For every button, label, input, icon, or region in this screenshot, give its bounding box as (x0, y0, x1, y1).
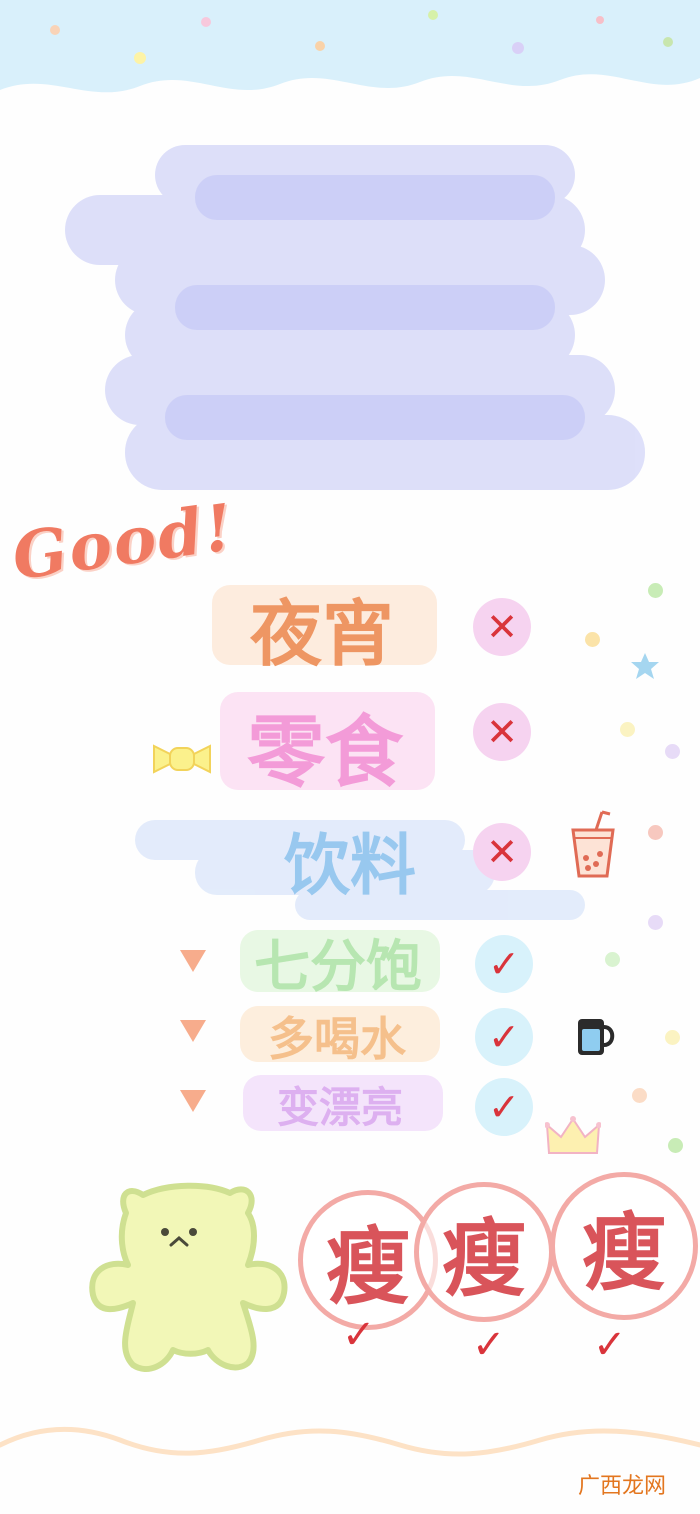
cross-icon: ✕ (473, 703, 531, 761)
check-icon: ✓ (472, 1322, 506, 1368)
decor-dot (648, 825, 663, 840)
shou-char: 瘦 (581, 1202, 666, 1302)
bear-icon (89, 1182, 288, 1372)
decor-dot (632, 1088, 647, 1103)
triangle-bullet-icon (180, 1020, 206, 1042)
scribble-block (65, 145, 645, 490)
check-icon: ✓ (475, 1078, 533, 1136)
row-label-lingshi: 零食 (246, 708, 403, 798)
row-label-yexiao: 夜宵 (249, 592, 394, 676)
good-text: Good! (7, 489, 240, 596)
bubble-tea-icon (571, 810, 615, 878)
decor-dot (605, 952, 620, 967)
cross-icon: ✕ (473, 598, 531, 656)
decor-dot (620, 722, 635, 737)
star-icon (631, 653, 659, 679)
decor-dot (648, 583, 663, 598)
watermark-text: 广西龙网 (577, 1474, 666, 1499)
row-label-duoheshui: 多喝水 (268, 1012, 406, 1066)
triangle-bullet-icon (180, 1090, 206, 1112)
shou-char: 瘦 (325, 1216, 410, 1316)
row-label-qifenbao: 七分饱 (254, 935, 422, 1000)
decor-dot (668, 1138, 683, 1153)
check-icon: ✓ (475, 1008, 533, 1066)
decor-dot (665, 744, 680, 759)
candy-icon (153, 744, 211, 774)
crown-icon (545, 1116, 601, 1154)
row-label-bianpiaoliang: 变漂亮 (276, 1083, 403, 1132)
check-icon: ✓ (475, 935, 533, 993)
mug-icon (578, 1019, 615, 1055)
cross-icon: ✕ (473, 823, 531, 881)
decor-dot (585, 632, 600, 647)
decor-dot (665, 1030, 680, 1045)
check-icon: ✓ (342, 1312, 376, 1358)
decor-dot (648, 915, 663, 930)
footer-wave (0, 1426, 700, 1457)
shou-ring-3: 瘦 (550, 1172, 698, 1320)
shou-char: 瘦 (441, 1208, 526, 1308)
check-icon: ✓ (593, 1322, 627, 1368)
triangle-bullet-icon (180, 950, 206, 972)
shou-ring-2: 瘦 (414, 1182, 554, 1322)
header-wave (0, 0, 700, 93)
row-label-yinliao: 饮料 (284, 827, 416, 904)
